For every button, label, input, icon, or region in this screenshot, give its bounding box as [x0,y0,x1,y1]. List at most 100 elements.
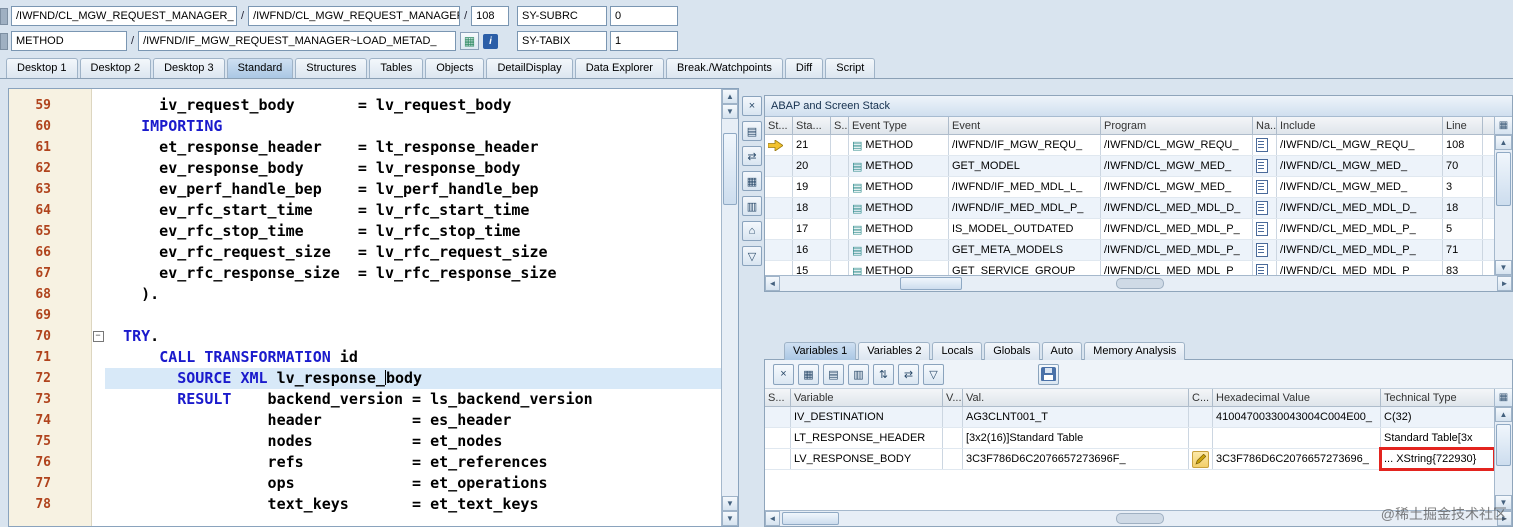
scroll-thumb[interactable] [1496,424,1511,466]
stack-row[interactable]: 20 ▤ METHOD GET_MODEL/IWFND/CL_MGW_MED_/IWF… [765,156,1494,177]
stack-column-header[interactable]: Event Type [849,117,949,135]
stack-column-header[interactable]: S... [831,117,849,135]
tab-structures[interactable]: Structures [295,58,368,78]
tab-data-explorer[interactable]: Data Explorer [574,58,664,78]
save-button[interactable] [1038,363,1059,385]
navigate-icon[interactable] [1256,222,1268,236]
info-icon[interactable]: i [483,33,499,49]
variable-name-cell[interactable]: IV_DESTINATION [791,407,943,427]
code-text[interactable]: IMPORTING [105,116,722,137]
variables-column-header[interactable]: Technical Type [1381,389,1494,407]
stack-navigate-cell[interactable] [1253,198,1277,218]
stack-row[interactable]: 21 ▤ METHOD/IWFND/IF_MGW_REQU_/IWFND/CL_MG… [765,135,1494,156]
variable-value-cell[interactable]: [3x2(16)]Standard Table [963,428,1189,448]
scroll-track[interactable] [1495,150,1512,260]
stack-navigate-cell[interactable] [1253,135,1277,155]
variable-row[interactable]: LV_RESPONSE_BODY 3C3F786D6C2076657273696F… [765,447,1494,471]
tab-script[interactable]: Script [825,58,876,78]
stack-row[interactable]: 17 ▤ METHOD IS_MODEL_OUTDATED/IWFND/CL_MED_… [765,219,1494,240]
variables-column-header[interactable]: Hexadecimal Value [1213,389,1381,407]
code-text[interactable] [105,305,722,326]
stack-column-header[interactable]: Program [1101,117,1253,135]
stack-horizontal-scrollbar[interactable]: ◄ ► [765,275,1512,291]
scroll-up-icon[interactable]: ▲ [1495,407,1512,422]
scroll-track[interactable] [780,276,1497,291]
stack-row[interactable]: 19 ▤ METHOD/IWFND/IF_MED_MDL_L_/IWFND/CL_M… [765,177,1494,198]
code-editor[interactable]: 59 iv_request_body = lv_request_body 60 I… [8,88,739,527]
tab-variables-2[interactable]: Variables 2 [858,342,931,360]
tab-detaildisplay[interactable]: DetailDisplay [486,58,573,78]
stack-column-header[interactable]: Na... [1253,117,1277,135]
code-text[interactable]: RESULT backend_version = ls_backend_vers… [105,389,722,410]
sy-subrc-field[interactable]: SY-SUBRC [517,6,607,26]
variable-row[interactable]: IV_DESTINATION AG3CLNT001_T 41004700330043… [765,407,1494,428]
event-type-field[interactable]: METHOD [11,31,127,51]
split-down-icon[interactable]: ▼ [722,104,738,119]
navigate-icon[interactable] [1256,264,1268,275]
code-text[interactable]: TRY. [105,326,722,347]
tab-auto[interactable]: Auto [1041,342,1083,360]
code-text[interactable]: ). [105,284,722,305]
variable-name-cell[interactable]: LT_RESPONSE_HEADER [791,428,943,448]
navigate-icon[interactable] [1256,138,1268,152]
variables-column-header[interactable]: V... [943,389,963,407]
tab-locals[interactable]: Locals [932,342,983,360]
new-document-icon[interactable]: ▤ [742,121,762,141]
stack-column-header[interactable]: Event [949,117,1101,135]
stack-navigate-cell[interactable] [1253,219,1277,239]
stack-column-header[interactable]: Line [1443,117,1483,135]
variable-name-cell[interactable]: LV_RESPONSE_BODY [791,449,943,469]
swap-layout-icon[interactable]: ⇄ [742,146,762,166]
stack-row[interactable]: 15 ▤ METHOD GET_SERVICE_GROUP/IWFND/CL_MED_… [765,261,1494,275]
scroll-thumb[interactable] [900,277,962,290]
navigate-icon[interactable] [1256,180,1268,194]
sy-tabix-value-field[interactable]: 1 [610,31,678,51]
scroll-left-icon[interactable]: ◄ [765,276,780,291]
goto-statement-icon[interactable]: ⌂ [742,221,762,241]
stack-column-header[interactable]: Include [1277,117,1443,135]
stack-navigate-cell[interactable] [1253,156,1277,176]
scroll-left-icon[interactable]: ◄ [765,511,780,526]
navigate-icon[interactable] [1256,201,1268,215]
scroll-down-icon[interactable]: ▼ [722,496,738,511]
layout-grid-icon[interactable]: ▦ [1495,117,1512,135]
code-text[interactable]: CALL TRANSFORMATION id [105,347,722,368]
code-text[interactable]: ev_rfc_start_time = lv_rfc_start_time [105,200,722,221]
filter-icon[interactable]: ▽ [923,363,944,385]
splitter-grip[interactable] [1115,278,1164,289]
scroll-thumb[interactable] [782,512,839,525]
tab-desktop-3[interactable]: Desktop 3 [153,58,225,78]
tab-standard[interactable]: Standard [226,58,294,78]
code-text[interactable]: iv_request_body = lv_request_body [105,95,722,116]
code-text[interactable]: text_keys = et_text_keys [105,494,722,515]
code-text[interactable]: ev_rfc_request_size = lv_rfc_request_siz… [105,242,722,263]
tab-tables[interactable]: Tables [369,58,424,78]
tab-desktop-1[interactable]: Desktop 1 [6,58,78,78]
close-icon[interactable]: × [742,96,762,116]
event-name-field[interactable]: /IWFND/IF_MGW_REQUEST_MANAGER~LOAD_METAD… [138,31,457,51]
stack-column-header[interactable]: St... [765,117,793,135]
scroll-track[interactable] [1495,422,1512,495]
scroll-right-icon[interactable]: ► [1497,276,1512,291]
grid-icon[interactable]: ▦ [798,363,819,385]
include-field[interactable]: /IWFND/CL_MGW_REQUEST_MANAGER_ [248,6,461,26]
variable-row[interactable]: LT_RESPONSE_HEADER [3x2(16)]Standard Tabl… [765,428,1494,449]
swap-icon[interactable]: ⇄ [898,363,919,385]
stack-row[interactable]: 16 ▤ METHOD GET_META_MODELS/IWFND/CL_MED_MD… [765,240,1494,261]
code-text[interactable]: SOURCE XML lv_response_body [105,368,722,389]
grid-display-icon[interactable]: ▦ [742,171,762,191]
display-change-icon[interactable]: ▦ [460,32,480,50]
code-text[interactable]: header = es_header [105,410,722,431]
variables-column-header[interactable]: C... [1189,389,1213,407]
stack-navigate-cell[interactable] [1253,240,1277,260]
variable-value-cell[interactable]: AG3CLNT001_T [963,407,1189,427]
tab-globals[interactable]: Globals [984,342,1040,360]
fold-toggle[interactable]: − [91,326,105,347]
scroll-thumb[interactable] [723,133,737,205]
code-text[interactable]: ev_response_body = lv_response_body [105,158,722,179]
tab-break-watchpoints[interactable]: Break./Watchpoints [665,58,783,78]
split-down-icon[interactable]: ▼ [722,511,738,526]
stack-column-header[interactable]: Sta... [793,117,831,135]
tab-desktop-2[interactable]: Desktop 2 [79,58,152,78]
insert-row-icon[interactable]: ▤ [823,363,844,385]
